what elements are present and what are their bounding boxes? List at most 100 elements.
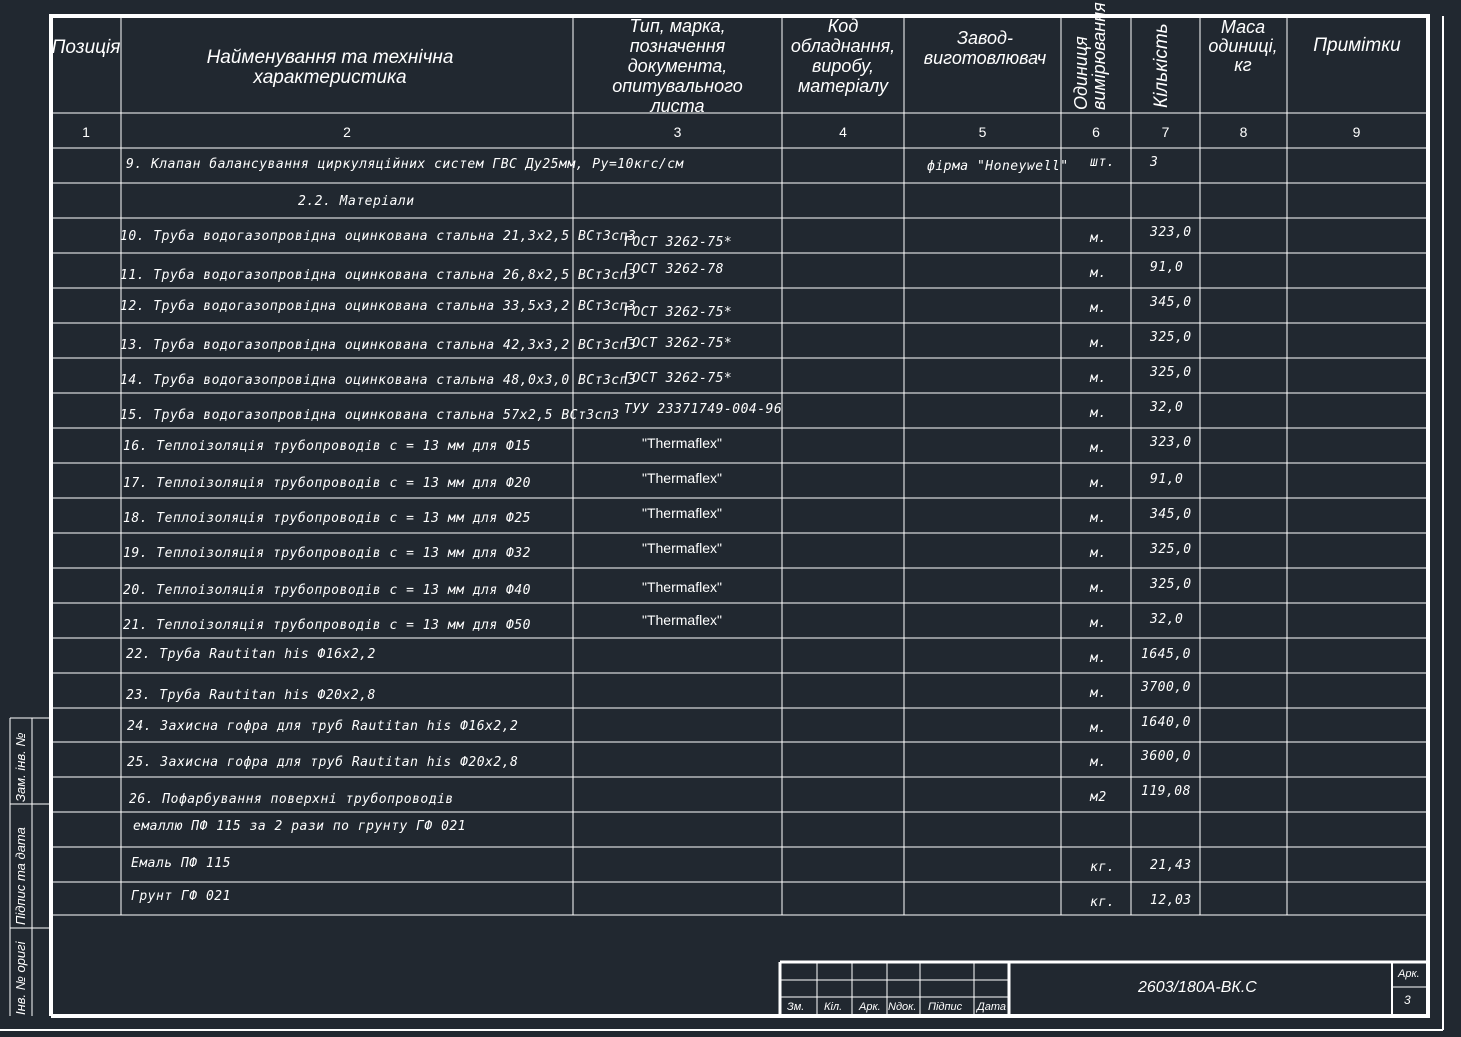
row-quantity: 345,0 [1150, 295, 1192, 310]
side-sign-date: Підпис та дата [13, 827, 28, 925]
row-name: 23. Труба Rautitan his Ф20х2,8 [126, 688, 376, 703]
column-number: 8 [1239, 124, 1248, 140]
row-unit: м. [1090, 476, 1107, 491]
row-unit: м. [1090, 546, 1107, 561]
row-name: 22. Труба Rautitan his Ф16х2,2 [126, 647, 376, 662]
row-quantity: 1640,0 [1141, 715, 1191, 730]
side-inv-replace: Зам. інв. № [13, 732, 28, 802]
row-quantity: 325,0 [1150, 330, 1192, 345]
row-unit: м. [1090, 755, 1107, 770]
column-number: 3 [673, 124, 682, 140]
column-number: 6 [1092, 124, 1100, 140]
tb-ark: Арк. [859, 1001, 881, 1013]
row-type: "Thermaflex" [642, 540, 722, 556]
header-quantity: Кількість [1151, 23, 1172, 108]
row-unit: кг. [1090, 895, 1115, 910]
row-quantity: 91,0 [1150, 260, 1184, 275]
row-unit: м. [1090, 581, 1107, 596]
row-unit: кг. [1090, 860, 1115, 875]
row-unit: м. [1090, 371, 1107, 386]
row-name: 19. Теплоізоляція трубопроводів с = 13 м… [123, 546, 532, 561]
row-type: "Thermaflex" [642, 579, 722, 595]
row-quantity: 3 [1150, 155, 1159, 170]
row-unit: м. [1090, 266, 1107, 281]
tb-pidpys: Підпис [928, 1001, 963, 1013]
row-quantity: 12,03 [1150, 893, 1192, 908]
row-name: 15. Труба водогазопровідна оцинкована ст… [120, 408, 620, 423]
tb-ndok: Nдок. [888, 1001, 917, 1013]
header-manufacturer: Завод- виготовлювач [923, 28, 1047, 68]
row-unit: м. [1090, 721, 1107, 736]
row-unit: м2 [1090, 790, 1107, 805]
row-unit: м. [1090, 231, 1107, 246]
tb-sheet-label: Арк. [1398, 968, 1420, 980]
header-type: Тип, марка, позначення документа, опитув… [612, 16, 743, 116]
row-name: Емаль ПФ 115 [131, 856, 231, 871]
row-quantity: 32,0 [1150, 400, 1184, 415]
row-quantity: 21,43 [1150, 858, 1192, 873]
row-type: "Thermaflex" [642, 435, 722, 451]
row-type: ГОСТ 3262-75* [624, 336, 733, 351]
row-quantity: 323,0 [1150, 225, 1192, 240]
row-quantity: 323,0 [1150, 435, 1192, 450]
row-quantity: 325,0 [1150, 577, 1192, 592]
row-name: 21. Теплоізоляція трубопроводів с = 13 м… [123, 618, 532, 633]
row-type: ТУУ 23371749-004-96 [624, 402, 783, 417]
row-type: "Thermaflex" [642, 470, 722, 486]
row-quantity: 119,08 [1141, 784, 1191, 799]
tb-doc-code: 2603/180А-ВК.С [1138, 979, 1257, 996]
row-name: 26. Пофарбування поверхні трубопроводів [129, 792, 454, 807]
row-name: 12. Труба водогазопровідна оцинкована ст… [120, 299, 637, 314]
tb-sheet-number: 3 [1404, 993, 1411, 1007]
column-number: 1 [82, 124, 90, 140]
header-notes: Примітки [1313, 35, 1401, 56]
row-name: 10. Труба водогазопровідна оцинкована ст… [120, 229, 637, 244]
header-unit: Одиниця вимірювання [1071, 2, 1109, 110]
tb-kil: Кіл. [824, 1001, 843, 1013]
row-unit: м. [1090, 301, 1107, 316]
row-type: ГОСТ 3262-75* [624, 371, 733, 386]
row-type: ГОСТ 3262-75* [624, 305, 733, 320]
row-type: "Thermaflex" [642, 612, 722, 628]
header-position: Позиція [51, 37, 121, 58]
row-type: ГОСТ 3262-75* [624, 235, 733, 250]
row-quantity: 1645,0 [1141, 647, 1191, 662]
row-name: 24. Захисна гофра для труб Rautitan his … [127, 719, 519, 734]
row-quantity: 3600,0 [1141, 749, 1191, 764]
row-quantity: 32,0 [1150, 612, 1184, 627]
row-name: 18. Теплоізоляція трубопроводів с = 13 м… [123, 511, 532, 526]
row-type: "Thermaflex" [642, 505, 722, 521]
row-quantity: 325,0 [1150, 365, 1192, 380]
row-unit: м. [1090, 511, 1107, 526]
header-mass: Маса одиниці, кг [1208, 17, 1278, 75]
row-quantity: 325,0 [1150, 542, 1192, 557]
column-number: 2 [343, 124, 351, 140]
row-unit: м. [1090, 686, 1107, 701]
row-name: 11. Труба водогазопровідна оцинкована ст… [120, 268, 637, 283]
row-type: ГОСТ 3262-78 [624, 262, 724, 277]
row-quantity: 345,0 [1150, 507, 1192, 522]
row-unit: м. [1090, 616, 1107, 631]
row-unit: м. [1090, 441, 1107, 456]
row-quantity: 3700,0 [1141, 680, 1191, 695]
row-name: 14. Труба водогазопровідна оцинкована ст… [120, 373, 637, 388]
row-name: 9. Клапан балансування циркуляційних сис… [126, 157, 684, 172]
row-manufacturer: фірма "Honeywell" [927, 159, 1069, 174]
tb-zm: Зм. [787, 1001, 805, 1013]
row-name: 20. Теплоізоляція трубопроводів с = 13 м… [123, 583, 532, 598]
row-name: Грунт ГФ 021 [131, 889, 231, 904]
header-name: Найменування та технічна характеристика [206, 47, 454, 88]
row-name: 17. Теплоізоляція трубопроводів с = 13 м… [123, 476, 532, 491]
column-number: 5 [978, 124, 987, 140]
row-quantity: 91,0 [1150, 472, 1184, 487]
column-number: 9 [1352, 124, 1361, 140]
row-name: 25. Захисна гофра для труб Rautitan his … [127, 755, 519, 770]
header-code: Код обладнання, виробу, матеріалу [790, 16, 896, 96]
row-name: 16. Теплоізоляція трубопроводів с = 13 м… [123, 439, 532, 454]
row-unit: м. [1090, 336, 1107, 351]
row-unit: м. [1090, 651, 1107, 666]
row-name: 2.2. Матеріали [298, 194, 415, 209]
row-unit: м. [1090, 406, 1107, 421]
row-unit: шт. [1090, 155, 1115, 170]
row-name: емаллю ПФ 115 за 2 рази по грунту ГФ 021 [133, 819, 467, 834]
